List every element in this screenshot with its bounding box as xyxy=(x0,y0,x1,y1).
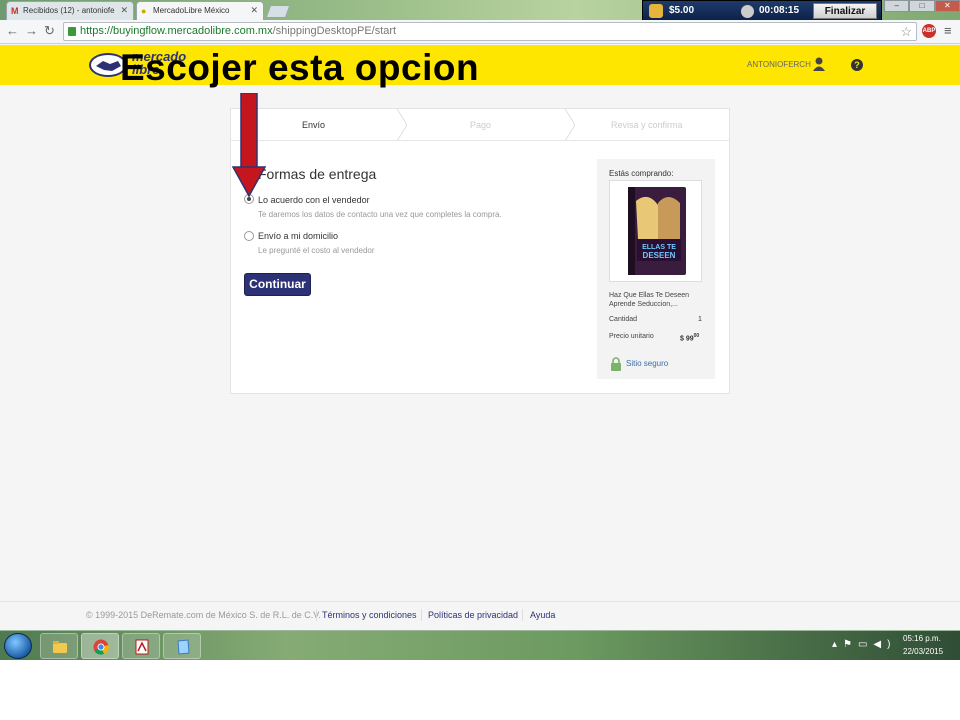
radio-envio-domicilio[interactable] xyxy=(244,231,254,241)
taskbar-acrobat[interactable] xyxy=(122,633,160,659)
url-path: /shippingDesktopPE/start xyxy=(272,25,397,37)
window-controls: – □ ✕ xyxy=(884,0,960,12)
folder-icon xyxy=(53,641,67,653)
minimize-button[interactable]: – xyxy=(884,0,910,12)
quantity-label: Cantidad xyxy=(609,316,638,323)
help-icon[interactable]: ? xyxy=(851,59,863,71)
delivery-title: Formas de entrega xyxy=(258,166,377,182)
unit-price-label: Precio unitario xyxy=(609,333,654,340)
option-desc-acuerdo: Te daremos los datos de contacto una vez… xyxy=(258,210,502,219)
option-label-acuerdo[interactable]: Lo acuerdo con el vendedor xyxy=(258,195,370,205)
menu-icon[interactable]: ≡ xyxy=(944,23,952,38)
chrome-icon xyxy=(93,639,109,655)
taskbar-clock-time[interactable]: 05:16 p.m. xyxy=(903,634,941,643)
taskbar-chrome[interactable] xyxy=(81,633,119,659)
annotation-text: Escojer esta opcion xyxy=(120,47,480,88)
lock-icon xyxy=(68,27,76,36)
unit-price-value: $ 9900 xyxy=(680,333,699,342)
privacy-link[interactable]: Políticas de privacidad xyxy=(428,610,518,620)
tab-gmail[interactable]: M Recibidos (12) - antoniofe ✕ xyxy=(6,1,134,20)
quantity-value: 1 xyxy=(698,316,702,323)
taskbar-explorer[interactable] xyxy=(40,633,78,659)
footer-divider xyxy=(316,609,317,621)
system-tray-icons[interactable]: ▴⚑▭◀) xyxy=(832,639,896,650)
terms-link[interactable]: Términos y condiciones xyxy=(322,610,417,620)
step-pago: Pago xyxy=(470,120,492,130)
footer-divider xyxy=(522,609,523,621)
user-icon[interactable] xyxy=(813,57,825,71)
recorder-time: 00:08:15 xyxy=(759,5,800,16)
mercadolibre-icon: ● xyxy=(141,6,147,16)
checkout-steps: Envío Pago Revisa y confirma xyxy=(231,109,729,141)
app-window-icon xyxy=(177,639,190,655)
svg-text:ELLAS TE: ELLAS TE xyxy=(642,244,676,251)
new-tab-button[interactable] xyxy=(265,5,291,18)
reload-icon[interactable]: ↻ xyxy=(44,23,55,39)
screen: M Recibidos (12) - antoniofe ✕ ● Mercado… xyxy=(0,0,960,660)
recorder-price: $5.00 xyxy=(669,5,695,16)
summary-title: Estás comprando: xyxy=(609,169,674,178)
step-revisa: Revisa y confirma xyxy=(611,120,683,130)
close-icon[interactable]: ✕ xyxy=(120,5,128,16)
gmail-icon: M xyxy=(11,6,19,16)
tab-gmail-label: Recibidos (12) - antoniofe xyxy=(23,6,115,15)
adblock-icon[interactable]: ABP xyxy=(922,24,936,38)
taskbar-app[interactable] xyxy=(163,633,201,659)
help-link[interactable]: Ayuda xyxy=(530,610,555,620)
step-divider xyxy=(565,109,575,141)
annotation-arrow-icon xyxy=(232,93,266,197)
address-bar[interactable]: https://buyingflow.mercadolibre.com.mx/s… xyxy=(63,22,917,41)
finish-button[interactable]: Finalizar xyxy=(813,3,877,19)
close-icon[interactable]: ✕ xyxy=(250,5,258,16)
option-desc-domicilio: Le pregunté el costo al vendedor xyxy=(258,246,375,255)
coin-icon xyxy=(649,4,663,18)
username-link[interactable]: ANTONIOFERCH xyxy=(747,60,811,69)
tab-mercadolibre-label: MercadoLibre México xyxy=(153,6,230,15)
taskbar-clock-date[interactable]: 22/03/2015 xyxy=(903,647,943,656)
secure-site-label: Sitio seguro xyxy=(626,359,669,368)
close-window-button[interactable]: ✕ xyxy=(934,0,960,12)
product-name[interactable]: Haz Que Ellas Te Deseen Aprende Seduccio… xyxy=(609,291,709,309)
step-envio: Envío xyxy=(302,120,326,130)
footer-divider xyxy=(421,609,422,621)
clock-icon xyxy=(741,5,754,18)
svg-text:DESEEN: DESEEN xyxy=(643,251,676,260)
option-label-domicilio[interactable]: Envío a mi domicilio xyxy=(258,231,338,241)
windows-taskbar: ▴⚑▭◀) xyxy=(0,630,960,660)
browser-toolbar: ← → ↻ https://buyingflow.mercadolibre.co… xyxy=(0,20,960,44)
book-cover-icon: ELLAS TE DESEEN xyxy=(628,187,686,275)
step-divider xyxy=(397,109,407,141)
forward-icon[interactable]: → xyxy=(25,23,38,38)
url-host: https://buyingflow.mercadolibre.com.mx xyxy=(80,25,273,37)
tab-mercadolibre[interactable]: ● MercadoLibre México ✕ xyxy=(136,1,264,20)
continue-button[interactable]: Continuar xyxy=(244,273,311,296)
unit-price-cents: 00 xyxy=(693,333,700,339)
unit-price-main: $ 99 xyxy=(680,335,694,343)
copyright-text: © 1999-2015 DeRemate.com de México S. de… xyxy=(86,610,321,620)
pdf-icon xyxy=(135,639,149,655)
back-icon[interactable]: ← xyxy=(6,23,19,38)
maximize-button[interactable]: □ xyxy=(909,0,935,12)
start-button[interactable] xyxy=(4,633,32,659)
bookmark-star-icon[interactable]: ☆ xyxy=(900,23,912,40)
padlock-icon xyxy=(611,357,621,371)
product-image[interactable]: ELLAS TE DESEEN xyxy=(609,180,702,282)
